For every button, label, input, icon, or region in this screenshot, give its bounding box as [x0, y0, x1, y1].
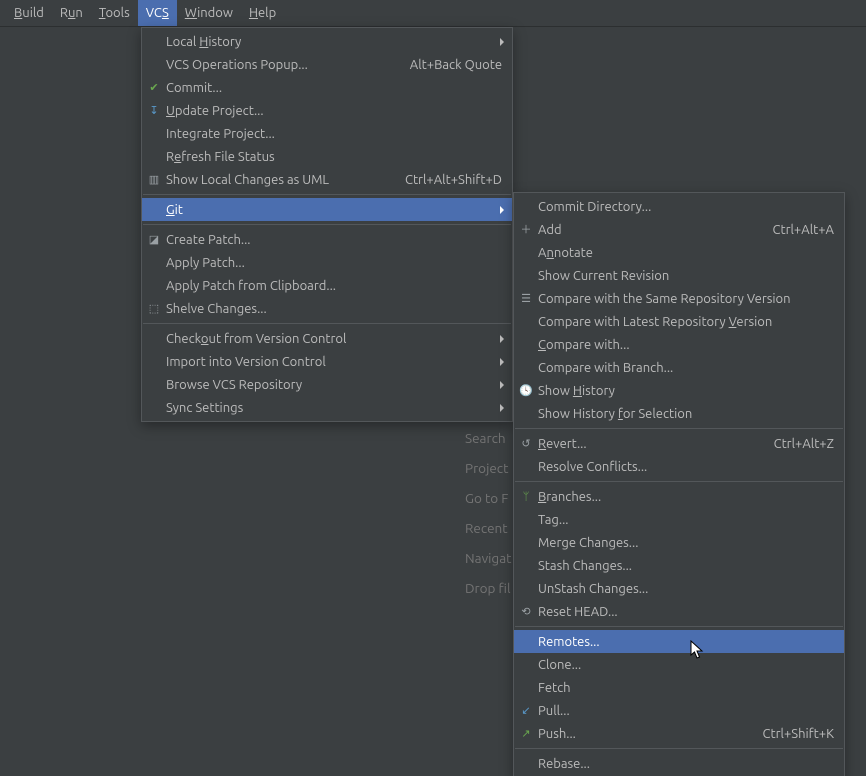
item-checkout-from-vc[interactable]: Checkout from Version Control — [142, 327, 512, 350]
menu-vcs[interactable]: VCS — [138, 0, 177, 26]
separator — [515, 481, 843, 482]
item-commit[interactable]: ✔ Commit... — [142, 76, 512, 99]
item-vcs-operations-popup[interactable]: VCS Operations Popup...Alt+Back Quote — [142, 53, 512, 76]
pull-icon: ↙ — [518, 703, 534, 719]
welcome-recent: Recent — [465, 520, 511, 536]
commit-icon: ✔ — [146, 80, 162, 96]
item-integrate-project: Integrate Project... — [142, 122, 512, 145]
item-local-history[interactable]: Local History — [142, 30, 512, 53]
item-fetch[interactable]: Fetch — [514, 676, 844, 699]
item-push[interactable]: ↗ Push...Ctrl+Shift+K — [514, 722, 844, 745]
submenu-arrow-icon — [500, 358, 504, 366]
item-git[interactable]: Git — [142, 198, 512, 221]
item-reset-head[interactable]: ⟲ Reset HEAD... — [514, 600, 844, 623]
separator — [143, 224, 511, 225]
item-show-current-revision[interactable]: Show Current Revision — [514, 264, 844, 287]
item-sync-settings[interactable]: Sync Settings — [142, 396, 512, 419]
item-remotes[interactable]: Remotes... — [514, 630, 844, 653]
item-clone[interactable]: Clone... — [514, 653, 844, 676]
item-commit-directory[interactable]: Commit Directory... — [514, 195, 844, 218]
git-submenu: Commit Directory... ＋ AddCtrl+Alt+A Anno… — [513, 192, 845, 776]
uml-icon: ▥ — [146, 172, 162, 188]
revert-icon: ↺ — [518, 436, 534, 452]
branch-icon: ᛘ — [518, 489, 534, 505]
item-rebase[interactable]: Rebase... — [514, 752, 844, 775]
separator — [143, 323, 511, 324]
item-update-project[interactable]: ↧ Update Project... — [142, 99, 512, 122]
submenu-arrow-icon — [500, 381, 504, 389]
item-show-history[interactable]: 🕓 Show History — [514, 379, 844, 402]
item-merge-changes[interactable]: Merge Changes... — [514, 531, 844, 554]
submenu-arrow-icon — [500, 38, 504, 46]
submenu-arrow-icon — [500, 335, 504, 343]
welcome-panel: Search Project Go to F Recent Navigat Dr… — [465, 430, 511, 596]
separator — [515, 626, 843, 627]
menu-run[interactable]: Run — [52, 0, 91, 26]
separator — [143, 194, 511, 195]
item-compare-latest-repo[interactable]: Compare with Latest Repository Version — [514, 310, 844, 333]
vcs-dropdown: Local History VCS Operations Popup...Alt… — [141, 27, 513, 422]
submenu-arrow-icon — [500, 206, 504, 214]
separator — [515, 428, 843, 429]
item-annotate[interactable]: Annotate — [514, 241, 844, 264]
reset-icon: ⟲ — [518, 604, 534, 620]
welcome-project: Project — [465, 460, 511, 476]
item-show-history-for-selection[interactable]: Show History for Selection — [514, 402, 844, 425]
welcome-drop-files: Drop fil — [465, 580, 511, 596]
item-compare-with-branch[interactable]: Compare with Branch... — [514, 356, 844, 379]
history-icon: 🕓 — [518, 383, 534, 399]
item-refresh-file-status[interactable]: Refresh File Status — [142, 145, 512, 168]
item-compare-same-repo[interactable]: ☰ Compare with the Same Repository Versi… — [514, 287, 844, 310]
separator — [515, 748, 843, 749]
item-tag[interactable]: Tag... — [514, 508, 844, 531]
item-unstash-changes[interactable]: UnStash Changes... — [514, 577, 844, 600]
add-icon: ＋ — [518, 222, 534, 238]
update-icon: ↧ — [146, 103, 162, 119]
item-pull[interactable]: ↙ Pull... — [514, 699, 844, 722]
welcome-navigation: Navigat — [465, 550, 511, 566]
item-revert[interactable]: ↺ Revert...Ctrl+Alt+Z — [514, 432, 844, 455]
menu-help[interactable]: Help — [241, 0, 284, 26]
welcome-search: Search — [465, 430, 511, 446]
item-compare-with[interactable]: Compare with... — [514, 333, 844, 356]
item-shelve-changes[interactable]: ⬚ Shelve Changes... — [142, 297, 512, 320]
menubar: Build Run Tools VCS Window Help — [0, 0, 866, 27]
push-icon: ↗ — [518, 726, 534, 742]
item-apply-patch-clipboard[interactable]: Apply Patch from Clipboard... — [142, 274, 512, 297]
item-resolve-conflicts[interactable]: Resolve Conflicts... — [514, 455, 844, 478]
item-apply-patch[interactable]: Apply Patch... — [142, 251, 512, 274]
item-create-patch[interactable]: ◪ Create Patch... — [142, 228, 512, 251]
shelve-icon: ⬚ — [146, 301, 162, 317]
menu-tools[interactable]: Tools — [91, 0, 138, 26]
patch-icon: ◪ — [146, 232, 162, 248]
item-branches[interactable]: ᛘ Branches... — [514, 485, 844, 508]
item-show-local-changes-uml[interactable]: ▥ Show Local Changes as UMLCtrl+Alt+Shif… — [142, 168, 512, 191]
item-import-into-vc[interactable]: Import into Version Control — [142, 350, 512, 373]
welcome-go-to-file: Go to F — [465, 490, 511, 506]
menu-build[interactable]: Build — [6, 0, 52, 26]
item-stash-changes[interactable]: Stash Changes... — [514, 554, 844, 577]
menu-window[interactable]: Window — [177, 0, 241, 26]
submenu-arrow-icon — [500, 404, 504, 412]
item-add[interactable]: ＋ AddCtrl+Alt+A — [514, 218, 844, 241]
item-browse-vcs-repo[interactable]: Browse VCS Repository — [142, 373, 512, 396]
diff-icon: ☰ — [518, 291, 534, 307]
